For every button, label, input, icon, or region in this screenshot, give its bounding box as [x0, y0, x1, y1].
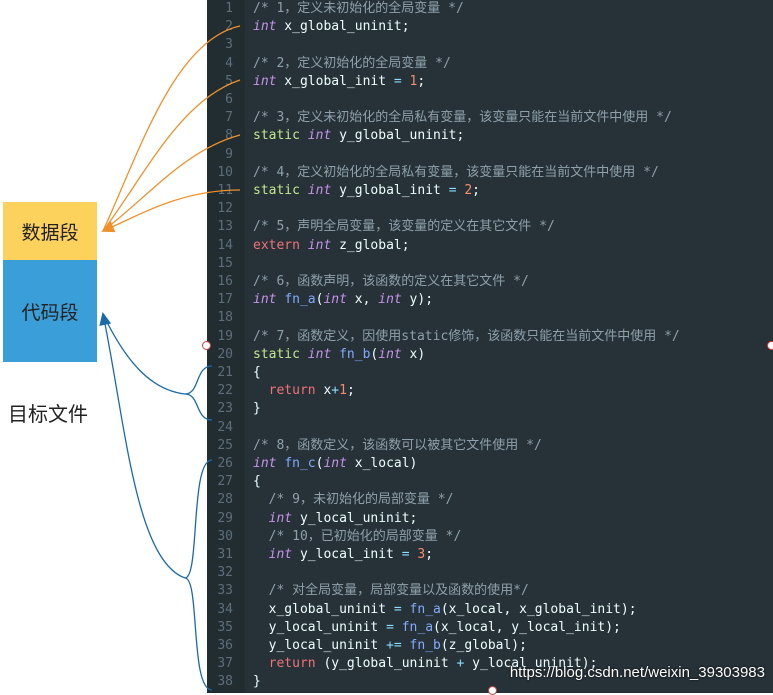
arrow-overlay — [99, 25, 241, 691]
anchor-dot — [488, 686, 497, 695]
data-arrow-1 — [102, 25, 241, 232]
watermark: https://blog.csdn.net/weixin_39303983 — [509, 664, 765, 681]
anchor-dot — [767, 341, 773, 350]
code-arrow-lower — [99, 312, 186, 579]
brace-fn-b — [184, 365, 213, 421]
data-arrow-4 — [101, 189, 241, 233]
data-arrow-2 — [102, 79, 241, 232]
brace-fn-c — [184, 459, 213, 691]
anchor-dot — [202, 341, 211, 350]
